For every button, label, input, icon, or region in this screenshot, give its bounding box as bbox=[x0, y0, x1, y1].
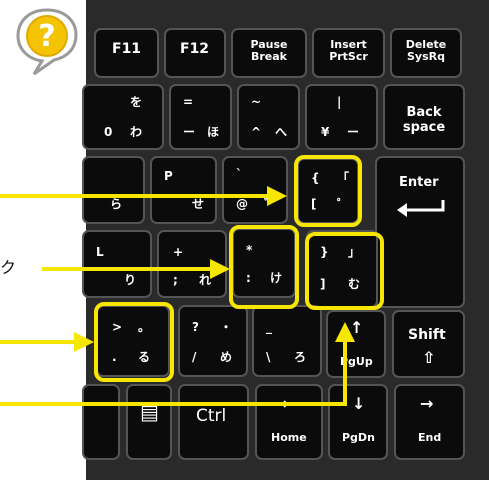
arrow-to-bracket-close bbox=[0, 322, 355, 406]
side-label: ク bbox=[0, 258, 17, 277]
pointer-arrows bbox=[0, 186, 355, 406]
